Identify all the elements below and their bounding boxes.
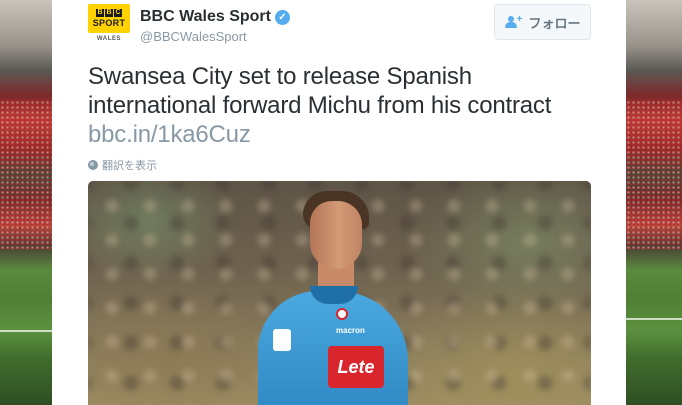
bbc-letter: C [114,9,122,17]
pitch-line [0,330,52,332]
sponsor-logo: Lete [328,346,384,388]
region-word: WALES [96,36,122,42]
crowd-texture [0,100,52,250]
tweet-link[interactable]: bbc.in/1ka6Cuz [88,121,251,148]
crowd-texture [626,100,682,250]
avatar[interactable]: B B C SPORT WALES [88,4,130,46]
stadium-background-left [0,0,52,405]
follow-button-label: フォロー [528,15,581,31]
player-face [310,201,362,269]
player-figure: macron Lete [248,181,448,405]
bbc-letter: B [96,9,104,17]
league-patch [273,329,291,351]
tweet-body: Swansea City set to release Spanish inte… [88,63,552,119]
bbc-letter: B [105,9,113,17]
translate-label: 翻訳を表示 [102,160,157,172]
translate-link[interactable]: 翻訳を表示 [88,157,157,173]
bbc-sport-logo: B B C SPORT [88,4,130,33]
follow-button[interactable]: + フォロー [494,4,591,40]
verified-badge-icon: ✓ [274,9,290,25]
add-user-icon: + [504,15,522,29]
tweet-text: Swansea City set to release Spanish inte… [88,62,588,149]
tweet-card: B B C SPORT WALES BBC Wales Sport ✓ @BBC… [52,0,626,405]
display-name-text: BBC Wales Sport [140,8,271,25]
tweet-photo[interactable]: macron Lete [88,181,591,405]
user-handle[interactable]: @BBCWalesSport [140,29,247,44]
display-name[interactable]: BBC Wales Sport ✓ [140,8,290,26]
bbc-blocks: B B C [96,9,122,17]
club-badge [336,308,348,320]
sport-word: SPORT [92,18,126,28]
globe-icon [88,160,98,170]
pitch-line [626,318,682,320]
kit-maker-text: macron [336,326,365,335]
stadium-background-right [626,0,682,405]
